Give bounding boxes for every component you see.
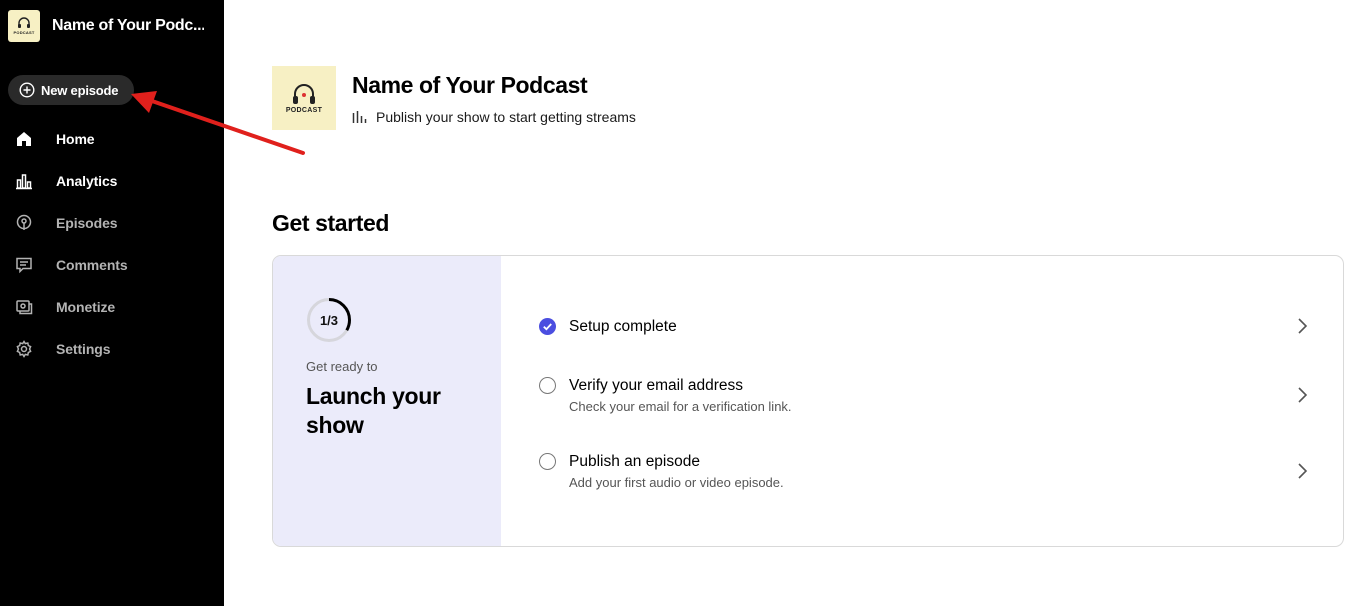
step-title: Setup complete bbox=[569, 318, 677, 335]
comments-icon bbox=[15, 256, 33, 274]
show-switcher[interactable]: PODCAST Name of Your Podc... bbox=[8, 10, 204, 42]
logo-caption: PODCAST bbox=[13, 30, 35, 35]
sidebar-item-analytics[interactable]: Analytics bbox=[0, 160, 224, 202]
circle-outline-icon bbox=[539, 377, 556, 394]
check-circle-icon bbox=[539, 318, 556, 335]
podcast-cover-art: PODCAST bbox=[272, 66, 336, 130]
new-episode-label: New episode bbox=[41, 82, 119, 98]
chevron-right-icon bbox=[1298, 463, 1308, 479]
step-verify-email[interactable]: Verify your email address Check your ema… bbox=[539, 376, 1309, 414]
checklist-summary: 1/3 Get ready to Launch your show bbox=[273, 256, 501, 546]
sidebar-nav: Home Analytics Episodes Comments Monetiz… bbox=[0, 118, 224, 370]
chevron-right-icon bbox=[1298, 318, 1308, 334]
step-title: Verify your email address bbox=[569, 377, 744, 394]
sidebar-item-episodes[interactable]: Episodes bbox=[0, 202, 224, 244]
progress-label: 1/3 bbox=[319, 312, 339, 328]
section-title: Get started bbox=[272, 210, 390, 236]
monetize-icon bbox=[15, 298, 33, 316]
onboarding-checklist-card: 1/3 Get ready to Launch your show Setup … bbox=[272, 255, 1344, 547]
analytics-icon bbox=[15, 172, 33, 190]
gear-icon bbox=[15, 340, 33, 358]
sidebar-item-label: Home bbox=[56, 131, 95, 147]
show-status: Publish your show to start getting strea… bbox=[352, 109, 636, 125]
headphones-icon bbox=[293, 83, 315, 104]
sidebar-item-label: Monetize bbox=[56, 299, 116, 315]
progress-ring: 1/3 bbox=[306, 297, 352, 343]
show-name: Name of Your Podc... bbox=[52, 17, 204, 34]
new-episode-button[interactable]: New episode bbox=[8, 75, 135, 105]
headphones-icon bbox=[18, 17, 30, 28]
episodes-icon bbox=[15, 214, 33, 232]
home-icon bbox=[15, 130, 33, 148]
step-title: Publish an episode bbox=[569, 453, 700, 470]
sidebar-item-label: Analytics bbox=[56, 173, 118, 189]
chevron-right-icon bbox=[1298, 387, 1308, 403]
sidebar-item-home[interactable]: Home bbox=[0, 118, 224, 160]
sidebar-item-monetize[interactable]: Monetize bbox=[0, 286, 224, 328]
step-setup-complete[interactable]: Setup complete bbox=[539, 317, 1309, 337]
sidebar-item-label: Comments bbox=[56, 257, 128, 273]
page-title: Name of Your Podcast bbox=[352, 72, 588, 98]
podcast-logo: PODCAST bbox=[8, 10, 40, 42]
sidebar-item-settings[interactable]: Settings bbox=[0, 328, 224, 370]
checklist-headline: Launch your show bbox=[306, 383, 441, 438]
stats-bars-icon bbox=[352, 111, 367, 123]
sidebar-item-comments[interactable]: Comments bbox=[0, 244, 224, 286]
step-publish-episode[interactable]: Publish an episode Add your first audio … bbox=[539, 452, 1309, 490]
circle-outline-icon bbox=[539, 453, 556, 470]
sidebar-item-label: Episodes bbox=[56, 215, 118, 231]
step-description: Add your first audio or video episode. bbox=[569, 475, 784, 490]
cover-caption: PODCAST bbox=[285, 106, 323, 114]
sidebar: PODCAST Name of Your Podc... New episode… bbox=[0, 0, 224, 606]
plus-circle-icon bbox=[19, 82, 35, 98]
show-status-text: Publish your show to start getting strea… bbox=[376, 109, 636, 125]
sidebar-item-label: Settings bbox=[56, 341, 111, 357]
checklist-kicker: Get ready to bbox=[306, 359, 378, 374]
step-description: Check your email for a verification link… bbox=[569, 399, 792, 414]
